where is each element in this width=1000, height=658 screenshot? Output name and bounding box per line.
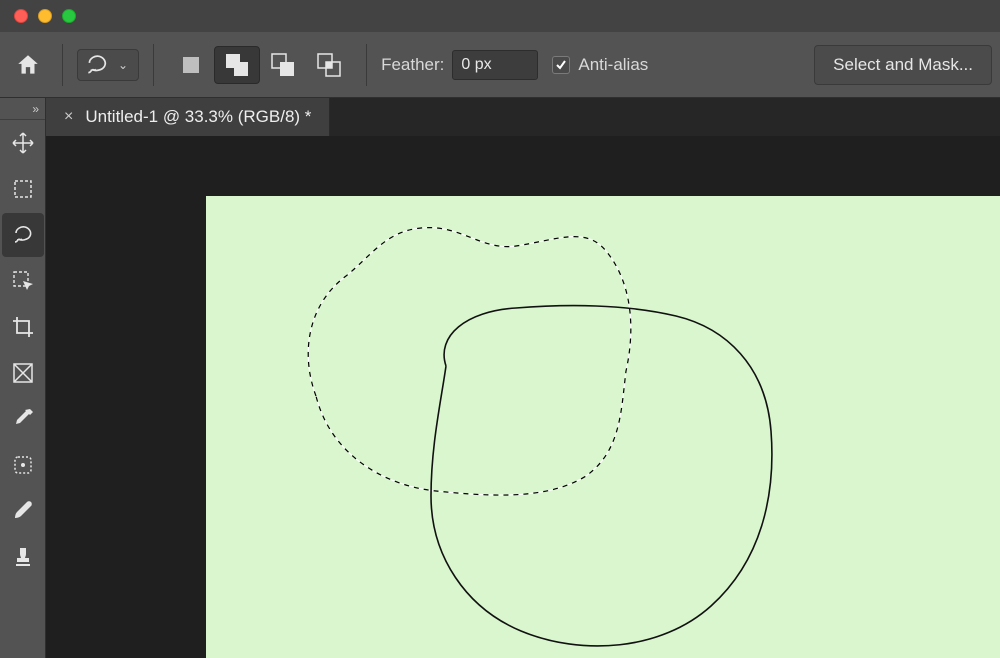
- selection-subtract-icon: [270, 52, 296, 78]
- document-tab-title: Untitled-1 @ 33.3% (RGB/8) *: [85, 107, 311, 127]
- chevron-down-icon: ⌄: [114, 58, 132, 72]
- selection-add-icon: [224, 52, 250, 78]
- healing-tool[interactable]: [2, 443, 44, 487]
- selection-intersect-button[interactable]: [306, 46, 352, 84]
- anti-alias-control[interactable]: Anti-alias: [552, 55, 648, 75]
- selection-subtract-button[interactable]: [260, 46, 306, 84]
- frame-tool[interactable]: [2, 351, 44, 395]
- feather-input[interactable]: [452, 50, 538, 80]
- app-window: ⌄ Feather: Anti-alias: [0, 0, 1000, 658]
- tool-preset-picker[interactable]: ⌄: [77, 49, 139, 81]
- selection-intersect-icon: [316, 52, 342, 78]
- check-icon: [555, 59, 567, 71]
- selection-add-button[interactable]: [214, 46, 260, 84]
- stamp-tool[interactable]: [2, 535, 44, 579]
- canvas[interactable]: [206, 196, 1000, 658]
- window-close-button[interactable]: [14, 9, 28, 23]
- close-icon[interactable]: ×: [64, 108, 73, 126]
- selection-new-icon: [180, 54, 202, 76]
- select-and-mask-button[interactable]: Select and Mask...: [814, 45, 992, 85]
- eyedropper-tool[interactable]: [2, 397, 44, 441]
- tools-panel: »: [0, 98, 46, 658]
- marquee-icon: [12, 178, 34, 200]
- marquee-tool[interactable]: [2, 167, 44, 211]
- frame-icon: [11, 361, 35, 385]
- document-tabs: × Untitled-1 @ 33.3% (RGB/8) *: [46, 98, 1000, 136]
- viewport[interactable]: [46, 136, 1000, 658]
- feather-label: Feather:: [381, 55, 444, 75]
- lasso-icon: [11, 223, 35, 247]
- options-bar: ⌄ Feather: Anti-alias: [0, 32, 1000, 98]
- lasso-icon: [84, 52, 110, 78]
- lasso-draw-path: [431, 306, 772, 646]
- window-minimize-button[interactable]: [38, 9, 52, 23]
- tools-expand-button[interactable]: »: [0, 98, 45, 120]
- brush-tool[interactable]: [2, 489, 44, 533]
- canvas-content: [206, 196, 1000, 658]
- home-icon: [15, 52, 41, 78]
- anti-alias-label: Anti-alias: [578, 55, 648, 75]
- brush-icon: [11, 499, 35, 523]
- eyedropper-icon: [11, 407, 35, 431]
- separator: [153, 44, 154, 86]
- move-tool[interactable]: [2, 121, 44, 165]
- healing-icon: [11, 453, 35, 477]
- anti-alias-checkbox[interactable]: [552, 56, 570, 74]
- feather-control: Feather:: [381, 50, 538, 80]
- workspace: »: [0, 98, 1000, 658]
- move-icon: [11, 131, 35, 155]
- separator: [62, 44, 63, 86]
- document-area: × Untitled-1 @ 33.3% (RGB/8) *: [46, 98, 1000, 658]
- selection-mode-group: [168, 46, 352, 84]
- object-selection-icon: [11, 269, 35, 293]
- stamp-icon: [11, 545, 35, 569]
- lasso-tool[interactable]: [2, 213, 44, 257]
- selection-new-button[interactable]: [168, 46, 214, 84]
- selection-marquee: [308, 228, 631, 495]
- home-button[interactable]: [8, 46, 48, 84]
- double-chevron-icon: »: [32, 102, 39, 116]
- window-zoom-button[interactable]: [62, 9, 76, 23]
- crop-icon: [11, 315, 35, 339]
- separator: [366, 44, 367, 86]
- crop-tool[interactable]: [2, 305, 44, 349]
- quick-selection-tool[interactable]: [2, 259, 44, 303]
- titlebar: [0, 0, 1000, 32]
- document-tab[interactable]: × Untitled-1 @ 33.3% (RGB/8) *: [46, 98, 330, 136]
